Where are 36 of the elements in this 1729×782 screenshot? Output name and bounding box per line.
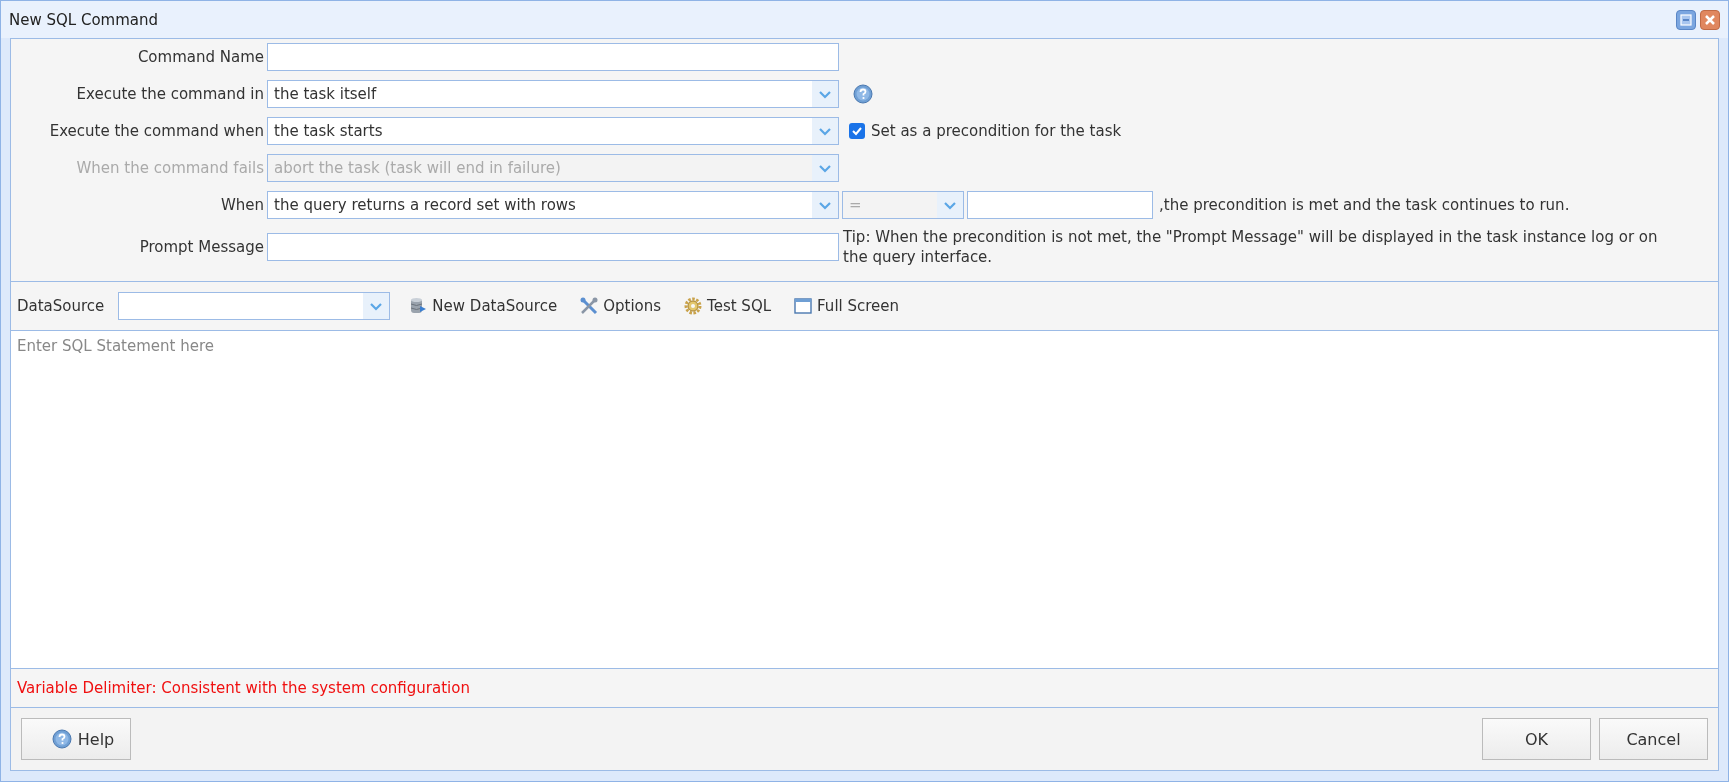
- help-icon: [51, 729, 72, 749]
- minimize-icon: [1680, 13, 1692, 26]
- cancel-button[interactable]: Cancel: [1599, 718, 1708, 760]
- field-label: Execute the command when: [48, 122, 265, 140]
- help-button[interactable]: Help: [21, 718, 131, 760]
- field-label: When the command fails: [75, 159, 265, 177]
- checkbox-label: Set as a precondition for the task: [871, 122, 1122, 140]
- dropdown[interactable]: the task itself: [267, 80, 839, 108]
- text-field[interactable]: [267, 233, 839, 261]
- close-icon: [1704, 13, 1716, 26]
- toolbar-button[interactable]: Test SQL: [679, 294, 776, 318]
- text-field[interactable]: [267, 43, 839, 71]
- toolbar-button[interactable]: New DataSource: [404, 294, 562, 318]
- toolbar-button[interactable]: Full Screen: [789, 294, 904, 318]
- window-title: New SQL Command: [9, 10, 160, 29]
- dropdown[interactable]: the query returns a record set with rows: [267, 191, 839, 219]
- check-icon: [851, 125, 863, 137]
- field-label: Execute the command in: [75, 85, 265, 103]
- field-label: Command Name: [136, 48, 265, 66]
- value-field[interactable]: [967, 191, 1153, 219]
- tools-icon: [579, 296, 600, 316]
- minimize-button[interactable]: [1676, 9, 1696, 30]
- close-button[interactable]: [1700, 9, 1720, 30]
- datasource-dropdown[interactable]: [118, 292, 391, 320]
- checkbox[interactable]: [849, 123, 865, 139]
- dropdown[interactable]: the task starts: [267, 117, 839, 145]
- field-label: When: [219, 196, 265, 214]
- window-icon: [793, 296, 814, 316]
- gear-icon: [683, 296, 704, 316]
- datasource-label: DataSource: [17, 297, 105, 315]
- tip-text: Tip: When the precondition is not met, the "Prompt Message" will be displayed in the task instance log or on the query interface.: [843, 227, 1659, 267]
- toolbar-button[interactable]: Options: [575, 294, 666, 318]
- field-label: Prompt Message: [138, 238, 265, 256]
- sql-editor[interactable]: Enter SQL Statement here: [11, 331, 1718, 669]
- ok-button[interactable]: OK: [1482, 718, 1591, 760]
- condition-text: ,the precondition is met and the task continues to run.: [1159, 196, 1570, 214]
